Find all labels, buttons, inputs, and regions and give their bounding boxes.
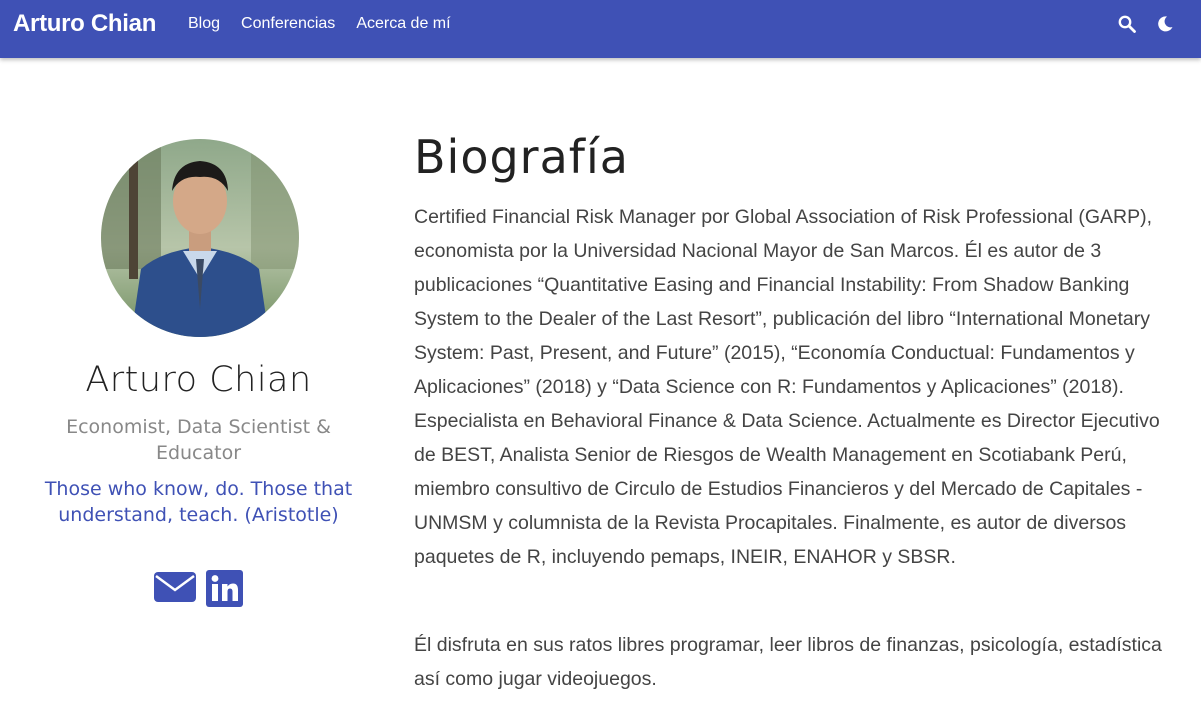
linkedin-icon[interactable] bbox=[206, 570, 243, 612]
nav-link-conferencias[interactable]: Conferencias bbox=[241, 14, 335, 34]
nav-link-acerca[interactable]: Acerca de mí bbox=[356, 14, 450, 34]
biography-title: Biografía bbox=[414, 130, 629, 184]
envelope-icon[interactable] bbox=[154, 570, 196, 607]
profile-name: Arturo Chian bbox=[85, 360, 312, 400]
moon-icon[interactable] bbox=[1155, 14, 1175, 34]
biography-paragraph-1: Certified Financial Risk Manager por Glo… bbox=[414, 206, 1160, 568]
brand-link[interactable]: Arturo Chian bbox=[13, 10, 156, 38]
profile-quote: Those who know, do. Those that understan… bbox=[44, 478, 353, 526]
top-navbar: Arturo Chian Blog Conferencias Acerca de… bbox=[0, 0, 1201, 58]
profile-role: Economist, Data Scientist & Educator bbox=[66, 416, 331, 464]
avatar bbox=[101, 139, 299, 337]
search-icon[interactable] bbox=[1117, 14, 1137, 34]
biography-paragraph-2: Él disfruta en sus ratos libres programa… bbox=[414, 634, 1162, 690]
nav-link-blog[interactable]: Blog bbox=[188, 14, 220, 34]
nav-links: Blog Conferencias Acerca de mí bbox=[188, 14, 472, 34]
